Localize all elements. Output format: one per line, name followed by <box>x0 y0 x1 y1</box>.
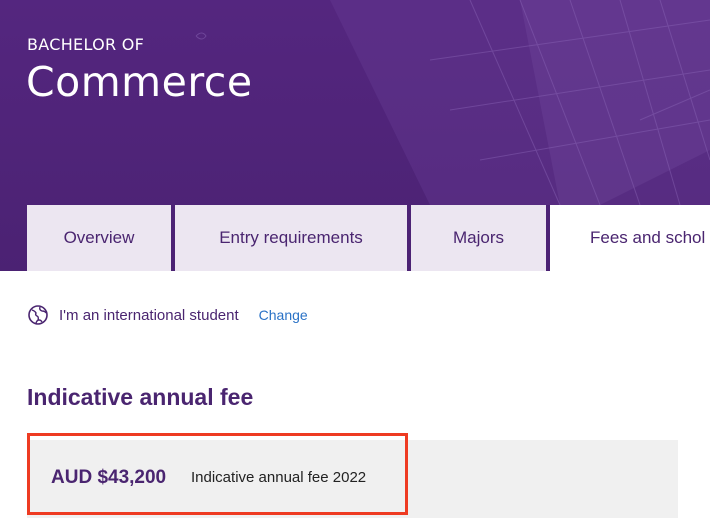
page-title: Commerce <box>26 58 253 106</box>
degree-kicker: BACHELOR OF <box>27 35 145 54</box>
fee-amount: AUD $43,200 <box>51 467 167 488</box>
fee-heading: Indicative annual fee <box>27 384 254 410</box>
course-tabs: Overview Entry requirements Majors Fees … <box>0 205 710 271</box>
tab-fees-and-scholarships[interactable]: Fees and schol <box>550 205 710 271</box>
tab-majors[interactable]: Majors <box>411 205 546 271</box>
globe-icon <box>27 304 49 326</box>
fee-caption: Indicative annual fee 2022 <box>191 469 367 486</box>
student-type-label: I'm an international student <box>59 306 239 324</box>
tab-overview[interactable]: Overview <box>27 205 171 271</box>
tab-entry-requirements[interactable]: Entry requirements <box>175 205 407 271</box>
student-type-row: I'm an international student Change <box>27 304 308 326</box>
change-student-type-link[interactable]: Change <box>259 307 308 323</box>
